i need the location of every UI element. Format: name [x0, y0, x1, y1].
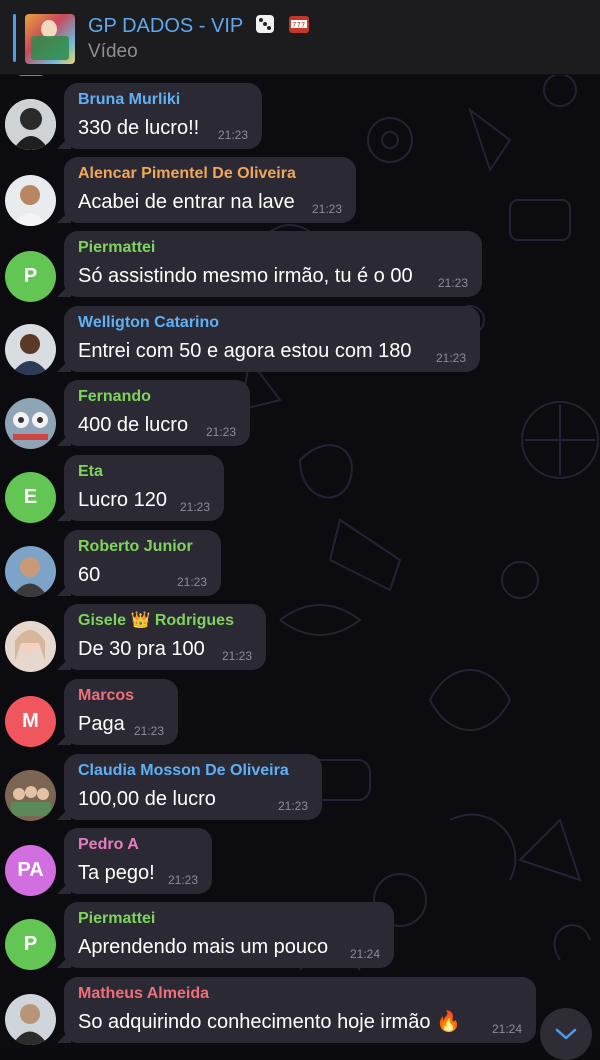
message-time: 21:23: [437, 276, 468, 290]
avatar[interactable]: [5, 621, 56, 672]
message-time: 21:24: [349, 947, 380, 961]
message-bubble[interactable]: Alencar Pimentel De Oliveira Acabei de e…: [64, 157, 356, 223]
pinned-title: GP DADOS - VIP 777: [88, 13, 310, 38]
avatar[interactable]: E: [5, 472, 56, 523]
svg-text:777: 777: [292, 21, 305, 29]
sender-name[interactable]: Claudia Mosson De Oliveira: [78, 761, 308, 781]
message-row: Welligton Catarino Entrei com 50 e agora…: [0, 306, 600, 378]
sender-name[interactable]: Piermattei: [78, 909, 380, 929]
message-time: 21:23: [167, 873, 198, 887]
avatar[interactable]: [5, 994, 56, 1045]
avatar[interactable]: [5, 770, 56, 821]
message-row: Bruna Murliki 330 de lucro!! 21:23: [0, 83, 600, 155]
message-text: Entrei com 50 e agora estou com 180: [78, 340, 412, 362]
message-bubble[interactable]: Eta Lucro 120 21:23: [64, 455, 224, 521]
avatar[interactable]: P: [5, 251, 56, 302]
message-time: 21:23: [205, 425, 236, 439]
message-bubble[interactable]: Matheus Almeida So adquirindo conhecimen…: [64, 977, 536, 1043]
message-bubble[interactable]: Pedro A Ta pego! 21:23: [64, 828, 212, 894]
pinned-message-bar[interactable]: GP DADOS - VIP 777 Vídeo: [0, 0, 600, 75]
pinned-video-thumbnail[interactable]: [25, 14, 75, 64]
message-bubble[interactable]: Piermattei Aprendendo mais um pouco 21:2…: [64, 902, 394, 968]
avatar[interactable]: M: [5, 696, 56, 747]
scroll-to-bottom-button[interactable]: [540, 1008, 592, 1060]
message-bubble[interactable]: Welligton Catarino Entrei com 50 e agora…: [64, 306, 480, 372]
message-row: PA Pedro A Ta pego! 21:23: [0, 828, 600, 900]
avatar-initials: M: [22, 710, 39, 732]
message-text: Só assistindo mesmo irmão, tu é o 00: [78, 265, 413, 287]
message-bubble[interactable]: Claudia Mosson De Oliveira 100,00 de luc…: [64, 754, 322, 820]
message-time: 21:23: [176, 575, 207, 589]
pinned-subtitle: Vídeo: [88, 41, 138, 62]
pinned-title-text: GP DADOS - VIP: [88, 15, 243, 37]
sender-name[interactable]: Bruna Murliki: [78, 90, 248, 110]
avatar-initials: PA: [17, 859, 44, 881]
avatar-initials: P: [23, 265, 38, 287]
message-time: 21:23: [133, 724, 164, 738]
sender-name[interactable]: Roberto Junior: [78, 537, 207, 557]
message-time: 21:23: [277, 799, 308, 813]
message-bubble[interactable]: Roberto Junior 60 21:23: [64, 530, 221, 596]
message-time: 21:23: [179, 500, 210, 514]
sender-name[interactable]: Matheus Almeida: [78, 984, 522, 1004]
pinned-indicator: [13, 14, 16, 62]
message-row: Claudia Mosson De Oliveira 100,00 de luc…: [0, 754, 600, 826]
sender-name[interactable]: Eta: [78, 462, 210, 482]
avatar[interactable]: [5, 546, 56, 597]
message-text: 100,00 de lucro: [78, 788, 216, 810]
sender-name[interactable]: Fernando: [78, 387, 236, 407]
message-text: Acabei de entrar na lave: [78, 191, 295, 213]
message-bubble[interactable]: Marcos Paga 21:23: [64, 679, 178, 745]
sender-name[interactable]: Welligton Catarino: [78, 313, 466, 333]
avatar[interactable]: [5, 175, 56, 226]
message-time: 21:23: [435, 351, 466, 365]
message-row: Roberto Junior 60 21:23: [0, 530, 600, 602]
message-time: 21:23: [311, 202, 342, 216]
message-row: P Piermattei Aprendendo mais um pouco 21…: [0, 902, 600, 974]
message-time: 21:24: [491, 1022, 522, 1036]
sender-name[interactable]: Pedro A: [78, 835, 198, 855]
message-row: M Marcos Paga 21:23: [0, 679, 600, 751]
avatar[interactable]: [5, 324, 56, 375]
message-row: Fernando 400 de lucro 21:23: [0, 380, 600, 452]
message-bubble[interactable]: Gisele 👑 Rodrigues De 30 pra 100 21:23: [64, 604, 266, 670]
chevron-down-icon: [555, 1028, 577, 1040]
message-row: E Eta Lucro 120 21:23: [0, 455, 600, 527]
avatar-initials: P: [23, 933, 38, 955]
sender-name[interactable]: Alencar Pimentel De Oliveira: [78, 164, 342, 184]
message-time: 21:23: [217, 128, 248, 142]
avatar[interactable]: P: [5, 919, 56, 970]
avatar[interactable]: [5, 99, 56, 150]
avatar[interactable]: PA: [5, 845, 56, 896]
message-row: Alencar Pimentel De Oliveira Acabei de e…: [0, 157, 600, 229]
message-bubble[interactable]: Bruna Murliki 330 de lucro!! 21:23: [64, 83, 262, 149]
sender-name[interactable]: Piermattei: [78, 238, 468, 258]
slot-machine-icon: 777: [289, 16, 309, 33]
message-row: Gisele 👑 Rodrigues De 30 pra 100 21:23: [0, 604, 600, 676]
message-row: Matheus Almeida So adquirindo conhecimen…: [0, 977, 600, 1049]
sender-name[interactable]: Gisele 👑 Rodrigues: [78, 611, 252, 631]
avatar[interactable]: [5, 398, 56, 449]
dice-icon: [256, 15, 275, 33]
message-time: 21:23: [221, 649, 252, 663]
message-bubble[interactable]: Piermattei Só assistindo mesmo irmão, tu…: [64, 231, 482, 297]
message-bubble[interactable]: Fernando 400 de lucro 21:23: [64, 380, 250, 446]
message-text: So adquirindo conhecimento hoje irmão 🔥: [78, 1011, 461, 1033]
message-text: Aprendendo mais um pouco: [78, 936, 329, 958]
sender-name[interactable]: Marcos: [78, 686, 164, 706]
message-row: P Piermattei Só assistindo mesmo irmão, …: [0, 231, 600, 303]
avatar-initials: E: [23, 486, 38, 508]
